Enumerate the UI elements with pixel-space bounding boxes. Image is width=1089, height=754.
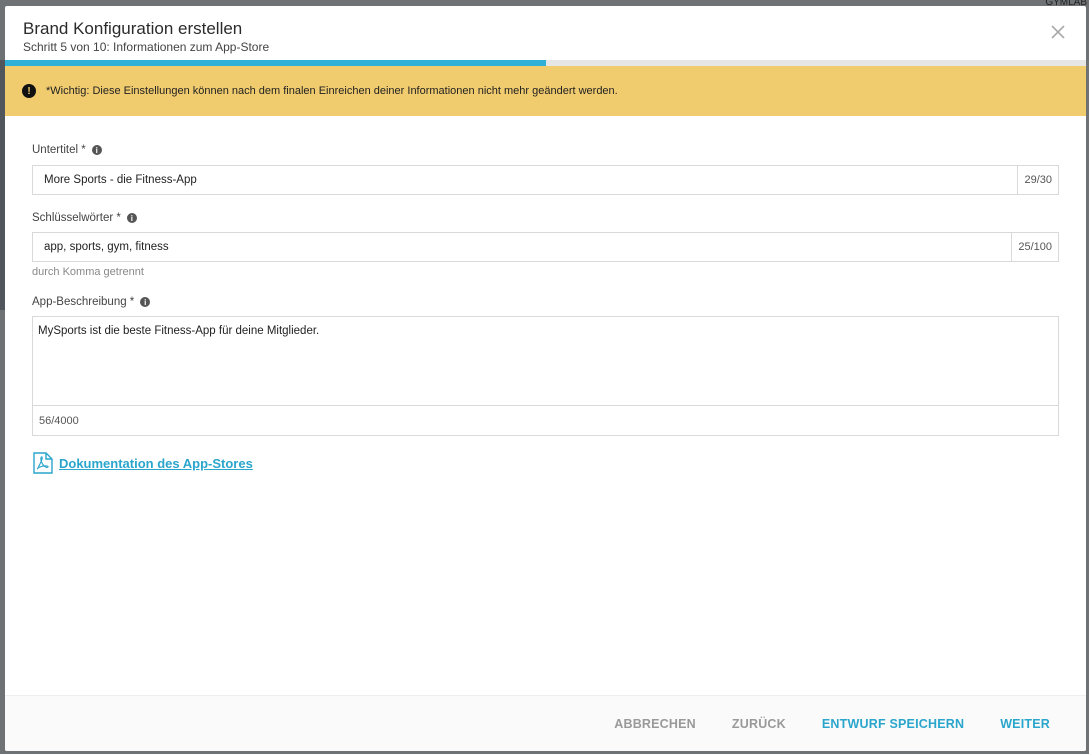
- exclamation-circle-icon: !: [22, 84, 36, 98]
- cancel-button[interactable]: ABBRECHEN: [596, 717, 714, 731]
- info-icon[interactable]: i: [91, 145, 102, 155]
- subtitle-label-text: Untertitel *: [32, 144, 86, 156]
- keywords-label-text: Schlüsselwörter *: [32, 212, 121, 224]
- dialog-title: Brand Konfiguration erstellen: [23, 19, 243, 38]
- subtitle-char-counter: 29/30: [1017, 166, 1058, 194]
- keywords-char-counter: 25/100: [1011, 233, 1058, 261]
- dialog-step-subtitle: Schritt 5 von 10: Informationen zum App-…: [23, 40, 270, 54]
- step-progress-bar: [5, 60, 1086, 66]
- subtitle-input-value[interactable]: More Sports - die Fitness-App: [33, 166, 1017, 194]
- subtitle-input[interactable]: More Sports - die Fitness-App 29/30: [32, 165, 1059, 195]
- app-store-docs-link-label[interactable]: Dokumentation des App-Stores: [59, 456, 253, 471]
- form-body: Untertitel * i More Sports - die Fitness…: [5, 116, 1086, 474]
- warning-text: *Wichtig: Diese Einstellungen können nac…: [46, 85, 618, 97]
- description-label-text: App-Beschreibung *: [32, 296, 135, 308]
- description-textarea[interactable]: MySports ist die beste Fitness-App für d…: [32, 316, 1059, 406]
- pdf-icon: [33, 452, 53, 474]
- step-progress-fill: [5, 60, 546, 66]
- dialog-footer: ABBRECHEN ZURÜCK ENTWURF SPEICHERN WEITE…: [5, 695, 1086, 751]
- keywords-input-value[interactable]: app, sports, gym, fitness: [33, 233, 1011, 261]
- info-icon[interactable]: i: [126, 213, 137, 223]
- next-button[interactable]: WEITER: [982, 717, 1068, 731]
- brand-config-dialog: Brand Konfiguration erstellen Schritt 5 …: [5, 6, 1086, 751]
- back-button[interactable]: ZURÜCK: [714, 717, 804, 731]
- keywords-hint: durch Komma getrennt: [32, 266, 144, 278]
- info-icon[interactable]: i: [140, 297, 151, 307]
- app-store-docs-link[interactable]: Dokumentation des App-Stores: [32, 452, 1059, 474]
- subtitle-field-label: Untertitel * i: [32, 144, 1059, 156]
- keywords-field-label: Schlüsselwörter * i: [32, 212, 1059, 224]
- save-draft-button[interactable]: ENTWURF SPEICHERN: [804, 717, 982, 731]
- description-char-counter: 56/4000: [32, 406, 1059, 436]
- warning-banner: ! *Wichtig: Diese Einstellungen können n…: [5, 66, 1086, 116]
- description-field-label: App-Beschreibung * i: [32, 296, 1059, 308]
- keywords-input[interactable]: app, sports, gym, fitness 25/100: [32, 232, 1059, 262]
- dialog-header: Brand Konfiguration erstellen Schritt 5 …: [5, 6, 1086, 60]
- close-icon[interactable]: [1048, 22, 1068, 42]
